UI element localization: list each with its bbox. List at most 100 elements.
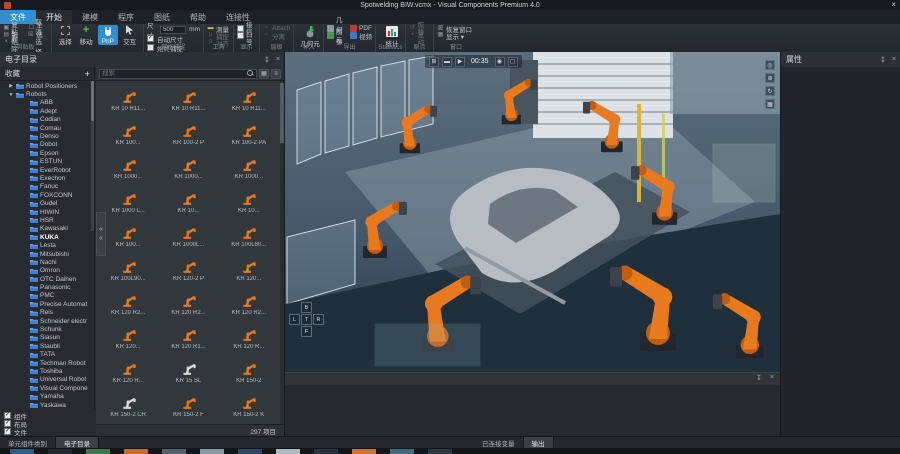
grid-view-button[interactable]: ▦ <box>259 69 269 79</box>
tree-item[interactable]: ▶ Robot Positioners <box>0 82 94 90</box>
robot-thumbnail[interactable]: KR 1000... <box>158 151 218 185</box>
3d-viewport[interactable]: ⊞ ▬ ▶ 00:35 ◉ ◻ ◎ ⊕ ↻ ▦ B LTR F <box>285 52 780 372</box>
orbit-icon[interactable]: ◎ <box>765 60 775 70</box>
close-window-icon[interactable]: × <box>891 0 896 9</box>
ribbon-tab[interactable]: 程序 <box>108 10 144 24</box>
robot-thumbnail[interactable]: KR 1000L... <box>158 219 218 253</box>
robot-thumbnail[interactable]: KR 150-2 CR <box>98 389 158 423</box>
rotate-icon[interactable]: ↻ <box>765 86 775 96</box>
tree-scrollbar[interactable] <box>91 81 94 231</box>
pin-icon[interactable]: ↧ <box>756 374 762 382</box>
tree-item[interactable]: PMC <box>0 292 94 300</box>
tree-item[interactable]: Schneider electr <box>0 317 94 325</box>
windows-item[interactable]: ▦显示 ▾ <box>437 32 475 39</box>
tree-item[interactable]: OTC Daihen <box>0 275 94 283</box>
tree-item[interactable]: Omron <box>0 267 94 275</box>
tree-item[interactable]: HSR <box>0 216 94 224</box>
close-icon[interactable]: × <box>276 56 280 64</box>
tree-item[interactable]: Toshiba <box>0 367 94 375</box>
tree-item[interactable]: Adept <box>0 107 94 115</box>
tree-item[interactable]: Siasun <box>0 334 94 342</box>
taskbar-thumbnail[interactable] <box>162 449 186 454</box>
tree-item[interactable]: Reis <box>0 309 94 317</box>
tree-item[interactable]: EverRobot <box>0 166 94 174</box>
taskbar-thumbnail[interactable] <box>200 449 224 454</box>
tree-item[interactable]: Exechon <box>0 174 94 182</box>
tree-item[interactable]: KUKA <box>0 233 94 241</box>
camera-icon[interactable]: ◉ <box>495 57 505 67</box>
robot-thumbnail[interactable]: KR 10... <box>158 185 218 219</box>
tree-item[interactable]: Mitsubishi <box>0 250 94 258</box>
dock-tab[interactable]: 单元组件类别 <box>0 437 56 448</box>
robot-thumbnail[interactable]: KR 10 R11... <box>158 83 218 117</box>
tree-item[interactable]: Universal Robot <box>0 376 94 384</box>
tree-item[interactable]: Kawasaki <box>0 225 94 233</box>
robot-thumbnail[interactable]: KR 150-2 K <box>219 389 279 423</box>
tree-item[interactable]: Panasonic <box>0 283 94 291</box>
taskbar-thumbnail[interactable] <box>314 449 338 454</box>
tree-item[interactable]: Staubli <box>0 342 94 350</box>
play-icon[interactable]: ▶ <box>455 57 465 67</box>
close-icon[interactable]: × <box>770 374 774 382</box>
tree-item[interactable]: ABB <box>0 99 94 107</box>
robot-thumbnail[interactable]: KR 120... <box>98 321 158 355</box>
robot-thumbnail[interactable]: KR 120 R2... <box>219 287 279 321</box>
taskbar-thumbnail[interactable] <box>10 449 34 454</box>
grid-toggle-icon[interactable]: ⊞ <box>429 57 439 67</box>
panel-collapse-handle[interactable]: «« <box>96 212 106 256</box>
export-item[interactable]: 图像 <box>327 32 345 39</box>
robot-thumbnail[interactable]: KR 150-2 <box>219 355 279 389</box>
robot-thumbnail[interactable]: KR 10... <box>219 185 279 219</box>
robot-thumbnail[interactable]: KR 100... <box>98 219 158 253</box>
tree-item[interactable]: Precise Automat <box>0 300 94 308</box>
robot-thumbnail[interactable]: KR 10 R11... <box>219 83 279 117</box>
taskbar-thumbnail[interactable] <box>352 449 376 454</box>
tree-item[interactable]: Comau <box>0 124 94 132</box>
robot-thumbnail[interactable]: KR 100-2 P <box>158 117 218 151</box>
robot-thumbnail[interactable]: KR 10 R11... <box>98 83 158 117</box>
robot-thumbnail[interactable]: KR 150-2 F <box>158 389 218 423</box>
fit-view-icon[interactable]: ◻ <box>508 57 518 67</box>
add-collection-button[interactable]: + <box>85 69 90 79</box>
taskbar-thumbnail[interactable] <box>276 449 300 454</box>
show-checkbox[interactable]: ✓信号 <box>237 32 256 39</box>
tree-item[interactable]: Lesta <box>0 241 94 249</box>
clipboard-item[interactable]: ☒取消选择 <box>28 32 48 39</box>
robot-thumbnail[interactable]: KR 100L90... <box>98 253 158 287</box>
tree-item[interactable]: Dobot <box>0 141 94 149</box>
interact-button[interactable]: 交互 <box>119 25 140 45</box>
view-right[interactable]: R <box>313 314 324 325</box>
tree-item[interactable]: ▼ Robots <box>0 90 94 98</box>
ribbon-tab[interactable]: 建模 <box>72 10 108 24</box>
view-left[interactable]: L <box>289 314 300 325</box>
3d-scene[interactable] <box>285 52 780 372</box>
hierarchy-item[interactable]: ▫分离 <box>263 32 290 39</box>
grid-size-input[interactable] <box>160 26 186 34</box>
filter-checkbox[interactable]: ✓文件 <box>4 428 91 435</box>
tree-item[interactable]: Codian <box>0 116 94 124</box>
dock-tab[interactable]: 已连接变量 <box>474 437 524 448</box>
robot-thumbnail[interactable]: KR 120 R... <box>219 321 279 355</box>
origin-item[interactable]: +移动 <box>409 32 430 39</box>
view-top[interactable]: T <box>301 314 312 325</box>
robot-thumbnail[interactable]: KR 120... <box>219 253 279 287</box>
robot-thumbnail[interactable]: KR 120 R2... <box>98 287 158 321</box>
grid-scrollbar[interactable] <box>280 81 284 424</box>
sort-button[interactable]: ≡ <box>271 69 281 79</box>
tree-item[interactable]: Epson <box>0 149 94 157</box>
robot-thumbnail[interactable]: KR 120 R1... <box>158 321 218 355</box>
tree-item[interactable]: Denso <box>0 132 94 140</box>
tree-item[interactable]: HIWIN <box>0 208 94 216</box>
tree-item[interactable]: FOXCONN <box>0 191 94 199</box>
expander-icon[interactable]: ▼ <box>8 92 14 98</box>
taskbar-thumbnail[interactable] <box>124 449 148 454</box>
select-button[interactable]: 选择 <box>55 25 76 45</box>
expander-icon[interactable]: ▶ <box>8 83 14 89</box>
robot-thumbnail[interactable]: KR 1000... <box>219 151 279 185</box>
tree-item[interactable]: ESTUN <box>0 158 94 166</box>
robot-thumbnail[interactable]: KR 100... <box>98 117 158 151</box>
view-front[interactable]: F <box>301 326 312 337</box>
move-button[interactable]: +移动 <box>76 25 97 45</box>
tree-item[interactable]: Visual Compone <box>0 384 94 392</box>
pin-icon[interactable]: ↧ <box>880 56 886 64</box>
